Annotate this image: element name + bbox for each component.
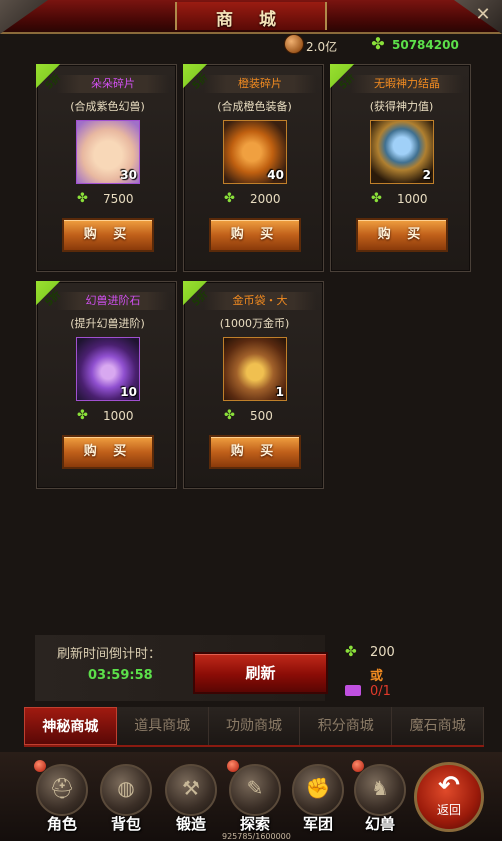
shop-item-card: 5折 无暇神力结晶 (获得神力值) 2 ✤ 1000 购 买 [330,64,471,272]
item-count: 30 [120,168,137,182]
item-icon-crystal[interactable]: 2 [370,120,434,184]
item-description: (合成橙色装备) [217,100,292,113]
close-icon[interactable]: ✕ [470,4,496,26]
tab-item-shop[interactable]: 道具商城 [116,707,209,745]
item-price: 500 [250,409,273,423]
tab-points-shop[interactable]: 积分商城 [300,707,393,745]
item-icon-stone[interactable]: 10 [76,337,140,401]
jade-icon: ✤ [77,191,88,206]
bag-glyph: ◍ [117,776,135,800]
shop-item-card: 5折 金币袋・大 (1000万金币) 1 ✤ 500 购 买 [183,281,324,489]
refresh-countdown-label: 刷新时间倒计时： [57,647,162,662]
tab-merit-shop[interactable]: 功勋商城 [208,707,301,745]
item-price: 1000 [397,192,428,206]
tab-magic-stone-shop[interactable]: 魔石商城 [392,707,484,745]
anvil-glyph: ⚒ [182,776,200,800]
buy-button[interactable]: 购 买 [209,435,301,469]
page-title: 商 城 [216,10,286,30]
buy-button[interactable]: 购 买 [62,218,154,252]
item-icon-gold-bag[interactable]: 1 [223,337,287,401]
nav-legion[interactable]: ✊ 军团 [288,758,348,838]
gold-amount: 2.0亿 [306,40,338,54]
item-name: 橙装碎片 [204,75,316,93]
refresh-cost-jade: 200 [370,645,395,660]
item-price: 1000 [103,409,134,423]
nav-beast[interactable]: ♞ 幻兽 [350,758,410,838]
jade-icon: ✤ [371,191,382,206]
nav-label: 军团 [302,815,333,833]
notification-gem [352,760,364,772]
nav-explore[interactable]: ✎ 探索 [225,758,285,838]
jade-icon: ✤ [345,644,357,660]
nav-bag[interactable]: ◍ 背包 [96,758,156,838]
buy-button[interactable]: 购 买 [356,218,448,252]
item-count: 1 [275,385,284,399]
item-name: 朵朵碎片 [57,75,169,93]
gold-coin-icon [284,34,304,54]
item-description: (获得神力值) [369,100,434,113]
jade-icon: ✤ [77,408,88,423]
jade-icon: ✤ [224,408,235,423]
beast-glyph: ♞ [371,776,389,800]
buy-button[interactable]: 购 买 [62,435,154,469]
gauntlet-glyph: ✊ [305,776,331,800]
shop-item-card: 5折 幻兽进阶石 (提升幻兽进阶) 10 ✤ 1000 购 买 [36,281,177,489]
nav-character[interactable]: ⛑ 角色 [32,758,92,838]
nav-forge[interactable]: ⚒ 锻造 [161,758,221,838]
item-icon-bear[interactable]: 30 [76,120,140,184]
item-icon-rune[interactable]: 40 [223,120,287,184]
refresh-button[interactable]: 刷新 [193,652,328,694]
refresh-ticket-count: 0/1 [370,684,391,699]
nav-label: 探索 [239,815,270,833]
item-description: (1000万金币) [219,317,290,330]
tab-mystery-shop[interactable]: 神秘商城 [24,707,117,745]
return-button[interactable]: ↶ 返回 [414,762,484,832]
item-name: 金币袋・大 [204,292,316,310]
jade-icon: ✤ [224,191,235,206]
shop-item-card: 5折 橙装碎片 (合成橙色装备) 40 ✤ 2000 购 买 [183,64,324,272]
item-name: 无暇神力结晶 [351,75,463,93]
item-count: 2 [422,168,431,182]
title-bar: 商 城 ✕ [0,0,502,34]
helmet-glyph: ⛑ [49,776,75,800]
ticket-icon [345,685,361,696]
buy-button[interactable]: 购 买 [209,218,301,252]
notification-gem [227,760,239,772]
item-description: (合成紫色幻兽) [70,100,145,113]
or-text: 或 [370,669,384,684]
refresh-countdown: 03:59:58 [88,668,153,683]
nav-label: 角色 [46,815,77,833]
shop-tab-bar: 神秘商城 道具商城 功勋商城 积分商城 魔石商城 [24,707,484,747]
item-price: 2000 [250,192,281,206]
nav-label: 幻兽 [364,815,395,833]
item-count: 10 [120,385,137,399]
item-name: 幻兽进阶石 [57,292,169,310]
item-description: (提升幻兽进阶) [70,317,145,330]
jade-amount: 50784200 [392,38,459,52]
shop-item-card: 5折 朵朵碎片 (合成紫色幻兽) 30 ✤ 7500 购 买 [36,64,177,272]
return-label: 返回 [436,803,461,817]
return-arrow-icon: ↶ [438,771,460,801]
item-price: 7500 [103,192,134,206]
item-count: 40 [267,168,284,182]
nav-label: 背包 [110,815,141,833]
map-glyph: ✎ [246,776,264,800]
notification-gem [34,760,46,772]
exp-text: 925785/1600000 [222,832,291,841]
jade-icon: ✤ [371,34,385,53]
nav-label: 锻造 [175,815,206,833]
